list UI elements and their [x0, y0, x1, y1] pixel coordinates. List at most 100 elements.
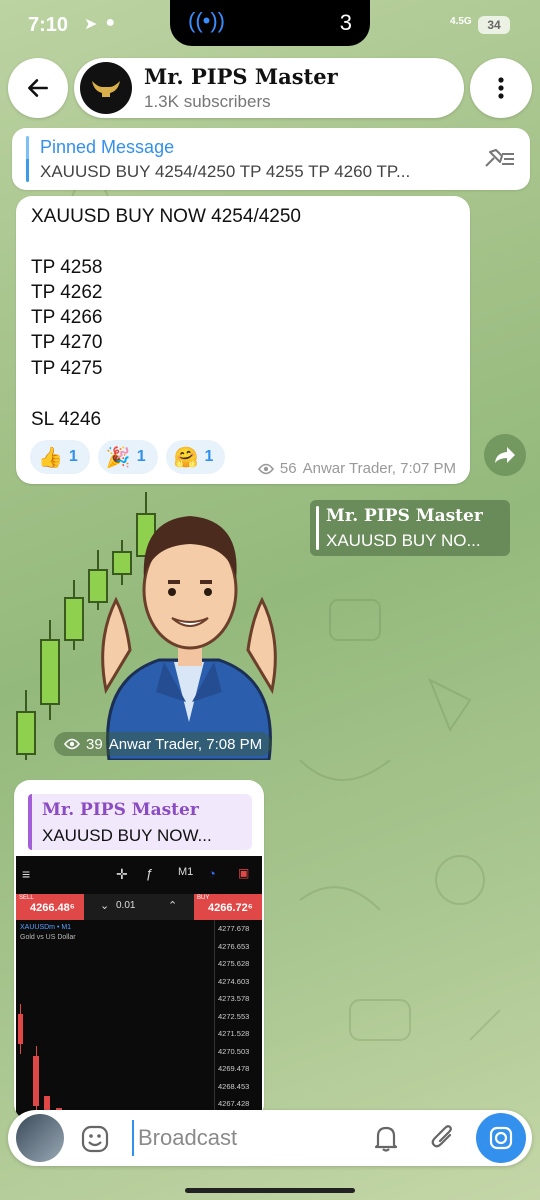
reaction-chip[interactable]: 🎉 1 — [97, 440, 158, 474]
camera-button[interactable] — [476, 1113, 526, 1163]
pinned-text: XAUUSD BUY 4254/4250 TP 4255 TP 4260 TP.… — [40, 162, 411, 181]
bull-logo-icon — [92, 81, 120, 97]
channel-name: Mr. PIPS Master — [144, 64, 338, 89]
quote-author: Mr. PIPS Master — [42, 800, 199, 820]
subscriber-count: 1.3K subscribers — [144, 92, 271, 111]
status-time: 7:10 — [28, 14, 69, 36]
symbol-description: Gold vs US Dollar — [20, 934, 76, 941]
broadcast-live-icon: ((•)) — [188, 8, 226, 33]
message-meta: 56 Anwar Trader, 7:07 PM — [257, 460, 456, 477]
crosshair-icon: ✛ — [116, 866, 128, 882]
reply-indicator — [316, 506, 319, 550]
pinned-message-bar[interactable]: Pinned Message XAUUSD BUY 4254/4250 TP 4… — [12, 128, 530, 190]
reaction-chip[interactable]: 👍 1 — [30, 440, 90, 474]
view-count: 39 — [86, 735, 103, 753]
chevron-down-icon: ⌄ — [100, 900, 110, 912]
timeframe-label: M1 — [178, 866, 194, 878]
price-tick: 4274.603 — [214, 972, 262, 990]
symbol-label: XAUUSDm • M1 — [20, 924, 72, 931]
price-tick: 4272.553 — [214, 1007, 262, 1025]
eye-icon — [257, 463, 274, 474]
network-indicator: 4.5G — [450, 16, 472, 27]
message-line: TP 4270 — [31, 332, 103, 353]
quote-text: XAUUSD BUY NOW... — [42, 826, 212, 845]
price-axis: 4277.678 4276.653 4275.628 4274.603 4273… — [214, 920, 262, 1113]
price-tick: 4268.453 — [214, 1077, 262, 1095]
message-line: SL 4246 — [31, 409, 102, 430]
message-composer — [8, 1110, 532, 1166]
camera-icon — [489, 1126, 513, 1150]
reactions-row: 👍 1 🎉 1 🤗 1 — [30, 440, 226, 474]
emoji-icon[interactable] — [80, 1124, 110, 1154]
chevron-up-icon: ⌃ — [168, 900, 178, 912]
home-indicator — [185, 1188, 355, 1193]
clock-icon: ◔ — [208, 866, 216, 881]
author-time: Anwar Trader, 7:08 PM — [108, 735, 263, 753]
channel-avatar[interactable] — [80, 62, 132, 114]
party-popper-emoji: 🎉 — [105, 446, 131, 469]
reply-quote[interactable]: Mr. PIPS Master XAUUSD BUY NOW... — [28, 794, 252, 850]
message-line: TP 4275 — [31, 358, 103, 379]
reply-text: XAUUSD BUY NO... — [326, 531, 481, 550]
price-tick: 4276.653 — [214, 937, 262, 955]
reply-preview-bubble[interactable]: Mr. PIPS Master XAUUSD BUY NO... — [310, 500, 510, 556]
message-line: TP 4262 — [31, 282, 103, 303]
share-button[interactable] — [484, 434, 526, 476]
window-icon: ▣ — [238, 866, 250, 880]
sell-price: 4266.48⁶ — [30, 902, 75, 914]
hugging-face-emoji: 🤗 — [173, 446, 199, 469]
author-time: Anwar Trader, 7:07 PM — [302, 460, 456, 477]
telegram-icon: ➤ — [84, 16, 98, 33]
trading-screenshot[interactable]: ≡ ✛ ƒ M1 ◔ ▣ SELL 4266.48⁶ ⌄ 0.01 ⌃ BUY … — [16, 856, 262, 1120]
price-tick: 4277.678 — [214, 920, 262, 938]
price-tick: 4273.578 — [214, 990, 262, 1008]
price-tick: 4275.628 — [214, 955, 262, 973]
battery-indicator: 34 — [478, 16, 510, 34]
buy-label: BUY — [197, 895, 210, 901]
notification-bell-icon[interactable] — [372, 1123, 400, 1153]
message-bubble[interactable]: XAUUSD BUY NOW 4254/4250 TP 4258 TP 4262… — [16, 196, 470, 484]
indicator-icon: ƒ — [146, 866, 154, 881]
sell-button: SELL 4266.48⁶ — [16, 894, 84, 920]
reaction-count: 1 — [68, 448, 78, 465]
price-tick: 4269.478 — [214, 1060, 262, 1078]
candle — [33, 1056, 39, 1106]
message-line: TP 4258 — [31, 257, 103, 278]
candle — [18, 1014, 23, 1044]
message-line: TP 4266 — [31, 307, 103, 328]
more-options-button[interactable] — [470, 58, 532, 118]
attachment-icon[interactable] — [428, 1123, 458, 1153]
message-line: XAUUSD BUY NOW 4254/4250 — [31, 206, 301, 227]
dynamic-island: ((•)) 3 — [170, 0, 370, 46]
image-message-bubble[interactable]: Mr. PIPS Master XAUUSD BUY NOW... ≡ ✛ ƒ … — [14, 780, 264, 1120]
trade-toolbar: ≡ ✛ ƒ M1 ◔ ▣ — [16, 856, 262, 892]
reaction-chip[interactable]: 🤗 1 — [165, 440, 226, 474]
pin-list-icon[interactable] — [482, 146, 516, 172]
status-notification-icons: ➤ ● — [84, 14, 115, 34]
status-bar: 7:10 ➤ ● ((•)) 3 4.5G 34 — [0, 0, 540, 50]
pinned-indicator — [26, 136, 29, 182]
forward-arrow-icon — [495, 447, 515, 463]
price-tick: 4271.528 — [214, 1025, 262, 1043]
send-as-avatar[interactable] — [16, 1114, 64, 1162]
lot-size: 0.01 — [116, 900, 136, 911]
app-notification-icon: ● — [105, 14, 116, 31]
sell-buy-bar: SELL 4266.48⁶ ⌄ 0.01 ⌃ BUY 4266.72⁶ — [16, 894, 262, 920]
reaction-count: 1 — [204, 448, 214, 465]
quote-indicator — [28, 794, 32, 850]
back-button[interactable] — [8, 58, 68, 118]
sell-label: SELL — [19, 895, 34, 901]
channel-header[interactable]: Mr. PIPS Master 1.3K subscribers — [74, 58, 464, 118]
broadcast-input[interactable] — [132, 1120, 362, 1156]
view-count: 56 — [279, 460, 297, 477]
hamburger-icon: ≡ — [22, 866, 31, 882]
reaction-count: 1 — [136, 448, 146, 465]
buy-price: 4266.72⁶ — [208, 902, 253, 914]
pinned-label: Pinned Message — [40, 137, 175, 157]
trader-sticker[interactable] — [14, 490, 304, 760]
eye-icon — [64, 738, 80, 750]
thumbs-up-emoji: 👍 — [38, 446, 63, 469]
more-vertical-icon — [498, 77, 504, 99]
reply-author: Mr. PIPS Master — [326, 506, 483, 526]
notch-count: 3 — [339, 10, 352, 35]
